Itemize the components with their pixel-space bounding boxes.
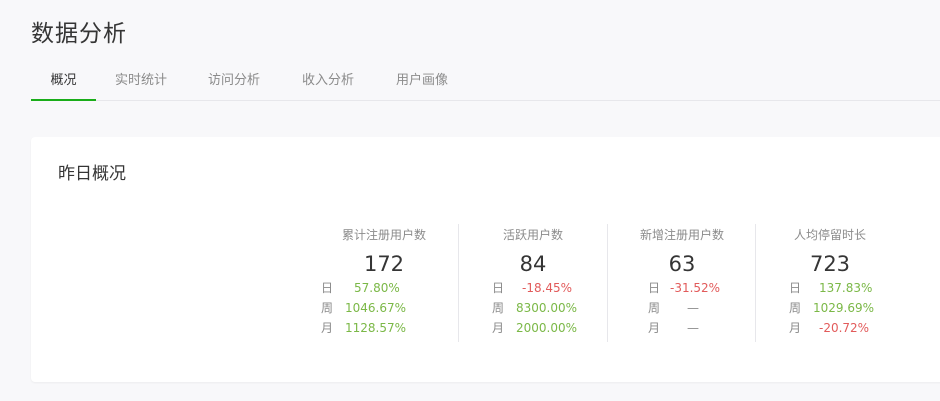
- change-value: -20.72%: [819, 321, 870, 335]
- tab-realtime[interactable]: 实时统计: [106, 63, 176, 100]
- change-value: 8300.00%: [516, 301, 578, 315]
- stat-row-week: 周 1046.67%: [310, 298, 458, 318]
- tab-overview[interactable]: 概况: [31, 63, 96, 101]
- change-value: -31.52%: [670, 281, 721, 295]
- period-label: 周: [789, 301, 802, 315]
- change-value: 57.80%: [354, 281, 400, 295]
- stat-label: 人均停留时长: [793, 228, 866, 242]
- stat-label: 新增注册用户数: [639, 228, 724, 242]
- overview-title: 昨日概况: [58, 164, 126, 184]
- period-label: 周: [321, 301, 334, 315]
- tab-bar: 概况 实时统计 访问分析 收入分析 用户画像: [31, 63, 940, 101]
- change-value: 2000.00%: [516, 321, 578, 335]
- stat-row-month: 月 -20.72%: [756, 318, 904, 338]
- change-value: —: [687, 321, 699, 335]
- stat-value: 63: [668, 252, 696, 276]
- period-label: 日: [321, 281, 334, 295]
- change-value: 1128.57%: [345, 321, 407, 335]
- period-label: 月: [789, 321, 802, 335]
- page-title: 数据分析: [31, 21, 127, 47]
- tab-visit-analysis[interactable]: 访问分析: [199, 63, 269, 100]
- stat-new-registered: 新增注册用户数 63 日 -31.52% 周 — 月 —: [608, 224, 756, 342]
- period-label: 日: [789, 281, 802, 295]
- stat-row-month: 月 1128.57%: [310, 318, 458, 338]
- tab-revenue-analysis[interactable]: 收入分析: [293, 63, 363, 100]
- change-value: 1046.67%: [345, 301, 407, 315]
- period-label: 月: [648, 321, 661, 335]
- stat-row-day: 日 137.83%: [756, 278, 904, 298]
- stat-row-day: 日 -18.45%: [459, 278, 607, 298]
- stat-total-registered: 累计注册用户数 172 日 57.80% 周 1046.67% 月 1128.5…: [310, 224, 458, 342]
- stat-row-month: 月 2000.00%: [459, 318, 607, 338]
- change-value: 1029.69%: [813, 301, 875, 315]
- change-value: -18.45%: [522, 281, 573, 295]
- stat-avg-duration: 人均停留时长 723 日 137.83% 周 1029.69% 月 -20.72…: [756, 224, 904, 342]
- stat-row-week: 周 1029.69%: [756, 298, 904, 318]
- stat-active-users: 活跃用户数 84 日 -18.45% 周 8300.00% 月 2000.00%: [459, 224, 607, 342]
- stat-label: 活跃用户数: [502, 228, 563, 242]
- stat-row-week: 周 8300.00%: [459, 298, 607, 318]
- period-label: 周: [492, 301, 505, 315]
- stat-row-week: 周 —: [608, 298, 756, 318]
- period-label: 月: [492, 321, 505, 335]
- stat-label: 累计注册用户数: [341, 228, 426, 242]
- overview-card: 昨日概况 累计注册用户数 172 日 57.80% 周 1046.67% 月 1…: [31, 137, 940, 382]
- change-value: —: [687, 301, 699, 315]
- period-label: 月: [321, 321, 334, 335]
- change-value: 137.83%: [819, 281, 873, 295]
- stat-value: 172: [363, 252, 405, 276]
- period-label: 日: [492, 281, 505, 295]
- period-label: 周: [648, 301, 661, 315]
- stat-row-day: 日 57.80%: [310, 278, 458, 298]
- stat-value: 84: [519, 252, 547, 276]
- stat-row-month: 月 —: [608, 318, 756, 338]
- stat-value: 723: [809, 252, 851, 276]
- tab-user-portrait[interactable]: 用户画像: [387, 63, 457, 100]
- stat-row-day: 日 -31.52%: [608, 278, 756, 298]
- period-label: 日: [648, 281, 661, 295]
